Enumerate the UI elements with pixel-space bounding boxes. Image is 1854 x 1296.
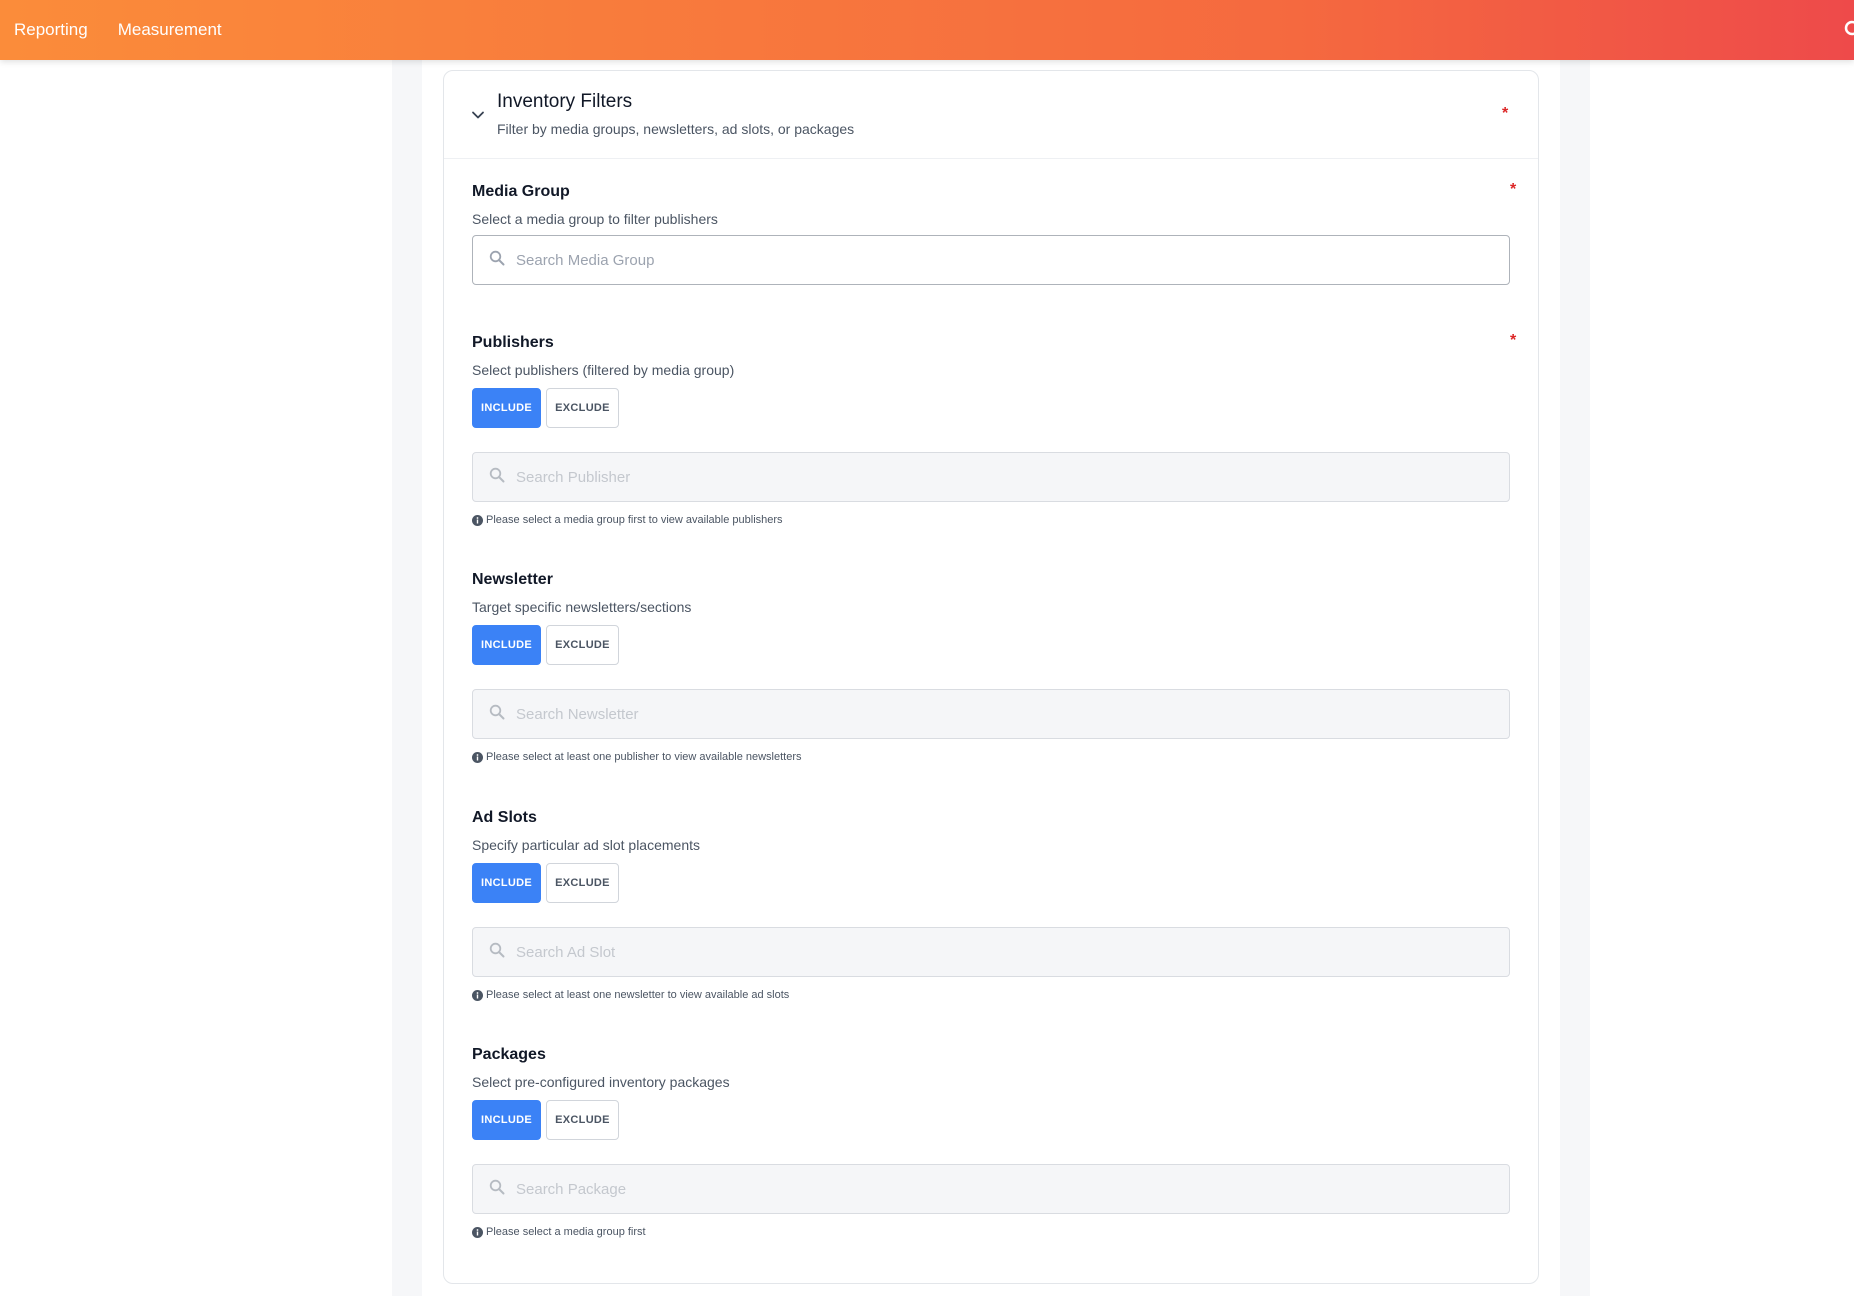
media-group-search-box[interactable] [472,235,1510,285]
packages-section: Packages Select pre-configured inventory… [472,1046,1512,1246]
publishers-include-button[interactable]: INCLUDE [472,388,541,428]
ad-slots-hint-text: Please select at least one newsletter to… [486,989,790,1001]
ad-slots-include-button[interactable]: INCLUDE [472,863,541,903]
chevron-down-icon[interactable] [470,107,486,123]
packages-hint: Please select a media group first [472,1226,646,1238]
search-icon[interactable] [1844,20,1854,40]
info-icon [472,751,483,763]
packages-include-button[interactable]: INCLUDE [472,1100,541,1140]
media-group-title: Media Group [472,183,570,200]
ad-slots-hint: Please select at least one newsletter to… [472,989,789,1001]
top-nav-bar: Reporting Measurement [0,0,1854,60]
publishers-section: Publishers * Select publishers (filtered… [472,332,1516,534]
newsletter-title: Newsletter [472,571,553,588]
media-group-subtitle: Select a media group to filter publisher… [472,211,718,227]
ad-slots-title: Ad Slots [472,809,537,826]
newsletter-search-box[interactable] [472,689,1510,739]
inventory-filters-title: Inventory Filters [497,91,633,112]
publishers-hint: Please select a media group first to vie… [472,514,783,526]
info-icon [472,989,483,1001]
required-indicator: * [1510,181,1517,198]
ad-slot-search-box[interactable] [472,927,1510,977]
inventory-filters-header[interactable]: Inventory Filters Filter by media groups… [444,71,1538,159]
info-icon [472,1226,483,1238]
newsletter-search-input[interactable] [516,690,1496,738]
media-group-section: Media Group * Select a media group to fi… [472,181,1516,303]
packages-exclude-button[interactable]: EXCLUDE [546,1100,619,1140]
inventory-filters-subtitle: Filter by media groups, newsletters, ad … [497,121,855,137]
search-icon [489,704,505,720]
packages-hint-text: Please select a media group first [486,1226,646,1238]
packages-title: Packages [472,1046,546,1063]
nav-reporting[interactable]: Reporting [14,20,88,40]
publishers-hint-text: Please select a media group first to vie… [486,514,783,526]
required-indicator: * [1502,105,1509,122]
ad-slots-exclude-button[interactable]: EXCLUDE [546,863,619,903]
search-icon [489,942,505,958]
package-search-input[interactable] [516,1165,1496,1213]
newsletter-hint-text: Please select at least one publisher to … [486,751,802,763]
nav-measurement[interactable]: Measurement [118,20,222,40]
info-icon [472,514,483,526]
newsletter-subtitle: Target specific newsletters/sections [472,599,692,615]
newsletter-hint: Please select at least one publisher to … [472,751,802,763]
search-icon [489,1179,505,1195]
ad-slot-search-input[interactable] [516,928,1496,976]
newsletter-exclude-button[interactable]: EXCLUDE [546,625,619,665]
newsletter-include-button[interactable]: INCLUDE [472,625,541,665]
publisher-search-input[interactable] [516,453,1496,501]
search-icon [489,250,505,266]
media-group-search-input[interactable] [516,236,1496,284]
search-icon [489,467,505,483]
publishers-subtitle: Select publishers (filtered by media gro… [472,362,735,378]
ad-slots-subtitle: Specify particular ad slot placements [472,837,700,853]
package-search-box[interactable] [472,1164,1510,1214]
publishers-title: Publishers [472,334,554,351]
publishers-exclude-button[interactable]: EXCLUDE [546,388,619,428]
inventory-filters-card: Inventory Filters Filter by media groups… [443,70,1539,1284]
ad-slots-section: Ad Slots Specify particular ad slot plac… [472,809,1512,1009]
required-indicator: * [1510,332,1517,349]
newsletter-section: Newsletter Target specific newsletters/s… [472,571,1512,771]
publisher-search-box[interactable] [472,452,1510,502]
packages-subtitle: Select pre-configured inventory packages [472,1074,730,1090]
